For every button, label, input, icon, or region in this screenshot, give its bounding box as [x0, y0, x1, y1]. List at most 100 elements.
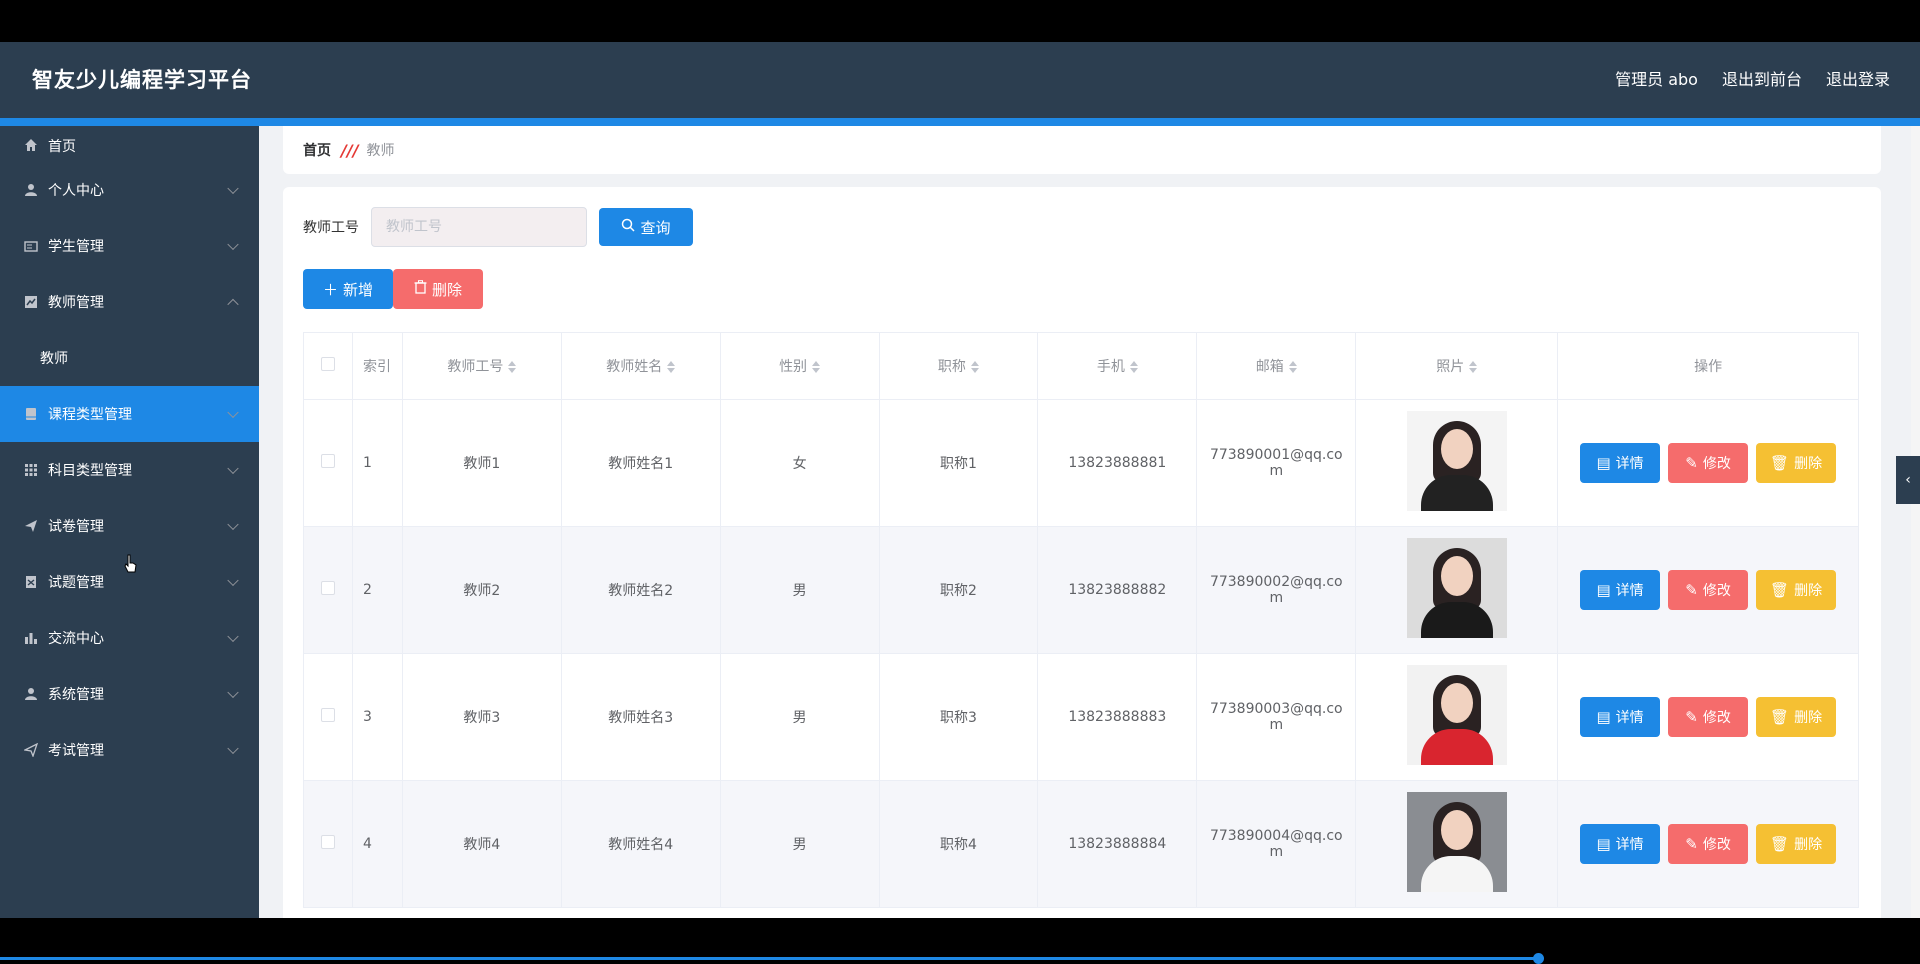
cell-gender: 男	[719, 526, 880, 654]
back-to-front-link[interactable]: 退出到前台	[1722, 66, 1802, 90]
table-row: 1 教师1 教师姓名1 女 职称1 13823888881 773890001@…	[303, 399, 1859, 527]
sidebar-item-forum[interactable]: 交流中心	[0, 610, 259, 666]
column-header-title[interactable]: 职称	[878, 332, 1039, 400]
cell-email: 773890003@qq.co m	[1196, 653, 1357, 781]
teacher-photo[interactable]	[1406, 411, 1507, 511]
teacher-photo[interactable]	[1406, 538, 1507, 638]
delete-label: 删除	[1794, 710, 1823, 726]
sidebar-item-course-types[interactable]: 课程类型管理	[0, 386, 259, 442]
top-header: 智友少儿编程学习平台 管理员 abo 退出到前台 退出登录	[0, 42, 1920, 118]
sort-icon[interactable]	[1288, 361, 1297, 373]
sidebar-subitem-teacher[interactable]: 教师	[0, 330, 259, 386]
sidebar-item-system[interactable]: 系统管理	[0, 666, 259, 722]
delete-button[interactable]: 🗑 删除	[1756, 443, 1837, 483]
row-select-cell[interactable]	[303, 780, 353, 908]
column-header-photo[interactable]: 照片	[1355, 332, 1559, 400]
edit-button[interactable]: ✎ 修改	[1668, 570, 1749, 610]
add-button[interactable]: ＋ 新增	[303, 269, 393, 309]
column-header-email[interactable]: 邮箱	[1196, 332, 1357, 400]
video-progress-handle[interactable]	[1533, 953, 1544, 964]
detail-button[interactable]: ▤ 详情	[1580, 824, 1661, 864]
detail-button[interactable]: ▤ 详情	[1580, 443, 1661, 483]
sidebar-item-label: 教师管理	[48, 295, 104, 311]
sidebar-item-label: 教师	[40, 351, 68, 367]
sidebar-item-profile[interactable]: 个人中心	[0, 162, 259, 218]
page-scrollbar[interactable]	[1911, 126, 1920, 918]
header-accent-strip	[0, 118, 1920, 126]
delete-button[interactable]: 🗑 删除	[1756, 570, 1837, 610]
search-input[interactable]	[371, 207, 587, 247]
detail-button[interactable]: ▤ 详情	[1580, 697, 1661, 737]
cell-gender: 男	[719, 653, 880, 781]
sidebar-item-exams[interactable]: 考试管理	[0, 722, 259, 778]
row-checkbox[interactable]	[320, 835, 335, 849]
column-header-id[interactable]: 教师工号	[401, 332, 562, 400]
cell-photo	[1355, 399, 1559, 527]
table-row: 3 教师3 教师姓名3 男 职称3 13823888883 773890003@…	[303, 653, 1859, 781]
row-select-cell[interactable]	[303, 526, 353, 654]
teacher-photo[interactable]	[1406, 665, 1507, 765]
sidebar-item-subject-types[interactable]: 科目类型管理	[0, 442, 259, 498]
cell-phone: 13823888881	[1037, 399, 1198, 527]
sort-icon[interactable]	[1469, 361, 1478, 373]
select-all-cell[interactable]	[303, 332, 353, 400]
sort-icon[interactable]	[508, 361, 517, 373]
cell-teacher-name: 教师姓名2	[560, 526, 721, 654]
breadcrumb-current: 教师	[366, 143, 395, 159]
search-label: 教师工号	[303, 220, 359, 236]
row-checkbox[interactable]	[320, 581, 335, 595]
sort-icon[interactable]	[667, 361, 676, 373]
table-row: 2 教师2 教师姓名2 男 职称2 13823888882 773890002@…	[303, 526, 1859, 654]
query-button-label: 查询	[640, 218, 671, 237]
delete-button[interactable]: 🗑 删除	[1756, 697, 1837, 737]
row-checkbox[interactable]	[320, 454, 335, 468]
delete-button[interactable]: 🗑 删除	[1756, 824, 1837, 864]
select-all-checkbox[interactable]	[320, 357, 335, 371]
sort-icon[interactable]	[812, 361, 821, 373]
column-header-index: 索引	[351, 332, 403, 400]
sidebar-item-label: 试题管理	[48, 575, 104, 591]
chevron-down-icon	[227, 518, 239, 531]
logout-link[interactable]: 退出登录	[1826, 66, 1890, 90]
column-header-phone[interactable]: 手机	[1037, 332, 1198, 400]
sort-icon[interactable]	[970, 361, 979, 373]
column-header-name[interactable]: 教师姓名	[560, 332, 721, 400]
sidebar-item-label: 个人中心	[48, 183, 104, 199]
pencil-icon: ✎	[1685, 708, 1698, 726]
screen-top-bar	[0, 0, 1920, 42]
admin-label: 管理员 abo	[1615, 70, 1698, 89]
bar-chart-icon	[22, 629, 40, 647]
sidebar-item-home[interactable]: 首页	[0, 126, 259, 162]
cell-photo	[1355, 780, 1559, 908]
edit-label: 修改	[1702, 837, 1731, 853]
edit-button[interactable]: ✎ 修改	[1668, 443, 1749, 483]
edit-button[interactable]: ✎ 修改	[1668, 697, 1749, 737]
row-select-cell[interactable]	[303, 653, 353, 781]
sidebar-item-papers[interactable]: 试卷管理	[0, 498, 259, 554]
cell-teacher-id: 教师3	[401, 653, 562, 781]
sort-icon[interactable]	[1129, 361, 1138, 373]
row-checkbox[interactable]	[320, 708, 335, 722]
id-card-icon	[22, 237, 40, 255]
brand-title: 智友少儿编程学习平台	[32, 68, 252, 92]
bulk-delete-button[interactable]: 删除	[393, 269, 483, 309]
sidebar-item-label: 学生管理	[48, 239, 104, 255]
trash-icon: 🗑	[1770, 835, 1790, 853]
trash-icon: 🗑	[1770, 581, 1790, 599]
row-select-cell[interactable]	[303, 399, 353, 527]
edit-button[interactable]: ✎ 修改	[1668, 824, 1749, 864]
sidebar-item-students[interactable]: 学生管理	[0, 218, 259, 274]
sidebar-item-teachers[interactable]: 教师管理	[0, 274, 259, 330]
detail-button[interactable]: ▤ 详情	[1580, 570, 1661, 610]
photo-face	[1440, 429, 1473, 469]
column-header-gender[interactable]: 性别	[719, 332, 880, 400]
header-actions: 管理员 abo 退出到前台 退出登录	[1615, 66, 1890, 90]
side-panel-toggle[interactable]: ‹	[1896, 456, 1920, 504]
email-line: m	[1269, 463, 1284, 479]
breadcrumb-home[interactable]: 首页	[303, 140, 331, 160]
query-button[interactable]: 查询	[599, 208, 693, 246]
breadcrumb-separator-icon: ///	[341, 140, 359, 160]
email-line: 773890001@qq.co	[1209, 447, 1343, 463]
document-icon: ▤	[1596, 708, 1611, 726]
teacher-photo[interactable]	[1406, 792, 1507, 892]
